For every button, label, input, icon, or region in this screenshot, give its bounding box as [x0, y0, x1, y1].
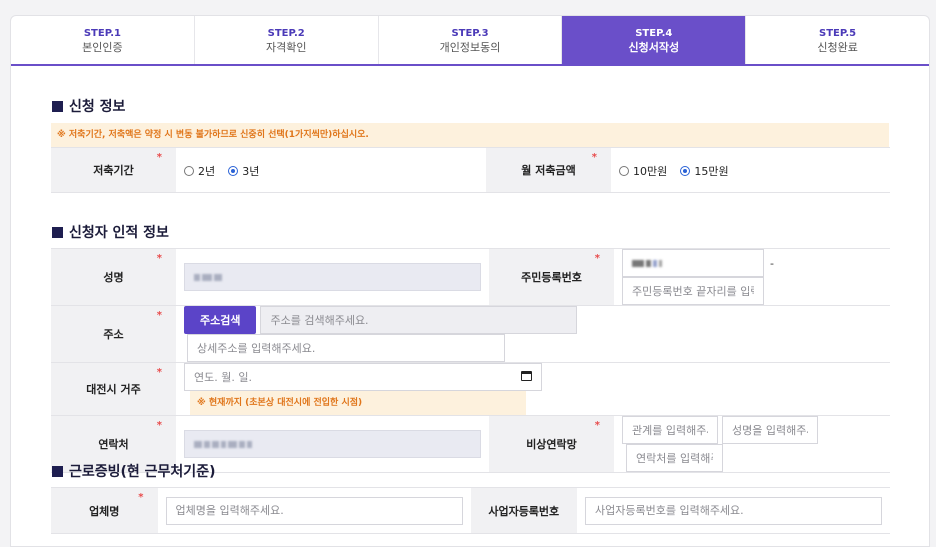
- step-5: STEP.5 신청완료: [746, 16, 929, 64]
- required-mark: *: [594, 420, 600, 431]
- name-label: 성명 *: [51, 248, 176, 306]
- address-cell: 주소검색: [176, 305, 890, 363]
- rrn-back-input[interactable]: [622, 277, 764, 305]
- company-label: 업체명 *: [51, 487, 158, 534]
- emergency-name-input[interactable]: [722, 416, 818, 444]
- period-radio-2y[interactable]: 2년: [184, 163, 215, 179]
- section-title-text: 신청 정보: [69, 99, 126, 115]
- biz-reg-number-input[interactable]: [585, 496, 882, 525]
- rrn-dash: -: [770, 256, 774, 270]
- savings-notice: ※ 저축기간, 저축액은 약정 시 변동 불가하므로 신중히 선택(1가지씩만)…: [51, 123, 889, 147]
- section-title-text: 신청자 인적 정보: [69, 225, 169, 241]
- period-options: 2년 3년: [176, 147, 486, 193]
- square-bullet-icon: [52, 465, 63, 477]
- radio-unchecked-icon: [184, 165, 194, 176]
- section-title-personal-info: 신청자 인적 정보: [52, 222, 169, 242]
- required-mark: *: [156, 420, 162, 431]
- step-label: 자격확인: [265, 41, 307, 54]
- step-label: 신청완료: [817, 41, 858, 54]
- calendar-icon[interactable]: [521, 371, 532, 381]
- radio-checked-icon: [228, 165, 239, 176]
- name-input-masked[interactable]: [184, 263, 481, 291]
- rrn-label: 주민등록번호 *: [489, 248, 614, 306]
- amount-radio-15[interactable]: 15만원: [680, 163, 729, 179]
- emergency-contact-label: 비상연락망 *: [489, 415, 614, 473]
- company-cell: [157, 487, 471, 534]
- required-mark: *: [138, 492, 144, 503]
- section-title-text: 근로증빙(현 근무처기준): [69, 464, 216, 480]
- radio-checked-icon: [680, 165, 691, 176]
- step-1: STEP.1 본인인증: [11, 16, 195, 64]
- address-search-button[interactable]: 주소검색: [184, 306, 257, 334]
- period-radio-3y[interactable]: 3년: [228, 163, 259, 179]
- rrn-front-input[interactable]: [622, 249, 764, 277]
- emergency-cell: [614, 415, 890, 473]
- bizno-cell: [577, 487, 890, 534]
- residence-hint: ※ 현재까지 (초본상 대전시에 전입한 시점): [190, 391, 526, 415]
- amount-options: 10만원 15만원: [611, 147, 890, 193]
- address-label: 주소 *: [51, 305, 176, 363]
- required-mark: *: [156, 367, 162, 378]
- step-label: 신청서작성: [628, 41, 680, 54]
- application-info-table: 저축기간 * 2년 3년 월 저축금액 * 10만원 15만원: [51, 147, 890, 193]
- required-mark: *: [156, 310, 162, 321]
- section-title-employment-proof: 근로증빙(현 근무처기준): [52, 461, 215, 481]
- company-name-input[interactable]: [165, 496, 463, 525]
- step-progress-bar: STEP.1 본인인증 STEP.2 자격확인 STEP.3 개인정보동의 ST…: [11, 16, 929, 66]
- address-detail-input[interactable]: [187, 334, 505, 362]
- amount-radio-10[interactable]: 10만원: [619, 163, 667, 179]
- required-mark: *: [156, 253, 162, 264]
- required-mark: *: [594, 253, 600, 264]
- step-number: STEP.1: [83, 28, 121, 39]
- square-bullet-icon: [52, 100, 63, 112]
- step-label: 개인정보동의: [439, 41, 501, 54]
- period-label: 저축기간 *: [51, 147, 176, 193]
- biz-reg-number-label: 사업자등록번호: [470, 487, 577, 534]
- radio-unchecked-icon: [619, 165, 629, 176]
- phone-input-masked[interactable]: [184, 430, 481, 458]
- step-number: STEP.2: [267, 28, 305, 39]
- personal-info-table: 성명* 주민등록번호* - 주소* 주소검색 대전시 거주* ※ 현재까지 (초: [51, 248, 890, 473]
- residence-date-input[interactable]: [184, 363, 542, 391]
- step-2: STEP.2 자격확인: [195, 16, 379, 64]
- name-cell: [176, 248, 489, 306]
- emergency-phone-input[interactable]: [626, 444, 723, 472]
- required-mark: *: [156, 152, 162, 163]
- step-label: 본인인증: [82, 41, 123, 54]
- section-title-application-info: 신청 정보: [52, 96, 125, 116]
- step-number: STEP.4: [635, 28, 673, 39]
- residence-cell: ※ 현재까지 (초본상 대전시에 전입한 시점): [176, 362, 890, 416]
- step-3: STEP.3 개인정보동의: [379, 16, 563, 64]
- step-number: STEP.3: [451, 28, 489, 39]
- employment-table: 업체명* 사업자등록번호: [51, 487, 890, 534]
- residence-date-wrap: [184, 363, 542, 391]
- step-number: STEP.5: [819, 28, 857, 39]
- residence-label: 대전시 거주 *: [51, 362, 176, 416]
- rrn-cell: -: [614, 248, 890, 306]
- emergency-relation-input[interactable]: [622, 416, 718, 444]
- address-input[interactable]: [260, 306, 578, 334]
- phone-cell: [176, 415, 489, 473]
- application-card: STEP.1 본인인증 STEP.2 자격확인 STEP.3 개인정보동의 ST…: [10, 15, 930, 547]
- required-mark: *: [591, 152, 597, 163]
- square-bullet-icon: [52, 226, 63, 238]
- step-4-active: STEP.4 신청서작성: [562, 16, 747, 64]
- monthly-amount-label: 월 저축금액 *: [486, 147, 611, 193]
